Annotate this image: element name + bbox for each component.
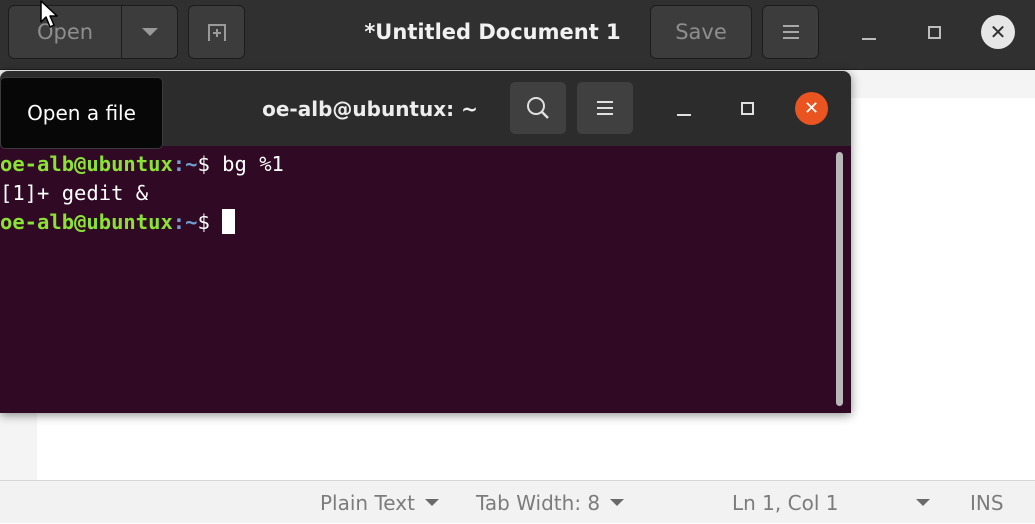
prompt-symbol: $ (197, 210, 223, 234)
gedit-menu-button[interactable] (762, 5, 819, 59)
new-tab-button[interactable] (188, 5, 245, 59)
terminal-cursor (222, 209, 236, 234)
output-text: [1]+ gedit & (0, 181, 149, 205)
close-icon: ✕ (803, 98, 820, 119)
maximize-icon (927, 25, 941, 39)
terminal-line: [1]+ gedit & (0, 179, 148, 208)
open-file-tooltip: Open a file (0, 77, 163, 149)
terminal-line: oe-alb@ubuntux:~$ bg %1 (0, 150, 284, 179)
hamburger-icon (782, 25, 799, 39)
minimize-icon (862, 38, 876, 40)
document-title: *Untitled Document 1 (364, 20, 621, 44)
cursor-position[interactable]: Ln 1, Col 1 (732, 481, 838, 524)
search-icon (527, 97, 549, 119)
chevron-down-icon (610, 499, 625, 506)
insert-mode-label: INS (970, 490, 1004, 515)
terminal-search-button[interactable] (510, 82, 566, 134)
command-text: bg %1 (222, 152, 284, 176)
cursor-position-label: Ln 1, Col 1 (732, 490, 839, 515)
terminal-maximize-button[interactable] (729, 91, 765, 125)
terminal-scrollbar[interactable] (836, 152, 843, 406)
terminal-output[interactable]: oe-alb@ubuntux:~$ bg %1 [1]+ gedit & oe-… (0, 146, 851, 413)
hamburger-icon (597, 101, 613, 115)
prompt-symbol: $ (197, 152, 223, 176)
prompt-path: :~ (172, 210, 198, 234)
tab-width-selector[interactable]: Tab Width: 8 (476, 481, 625, 524)
maximize-icon (740, 101, 754, 115)
save-button[interactable]: Save (650, 5, 752, 59)
gedit-headerbar: Open *Untitled Document 1 Save ✕ (0, 0, 1035, 70)
chevron-down-icon (424, 499, 439, 506)
save-button-label: Save (675, 20, 727, 44)
gedit-statusbar: Plain Text Tab Width: 8 Ln 1, Col 1 INS (0, 480, 1035, 523)
prompt-user: oe-alb@ubuntux (0, 210, 173, 234)
open-dropdown-button[interactable] (121, 5, 178, 59)
close-icon: ✕ (989, 20, 1007, 44)
language-label: Plain Text (320, 490, 415, 515)
terminal-line: oe-alb@ubuntux:~$ (0, 208, 236, 237)
new-tab-icon (207, 24, 226, 41)
prompt-user: oe-alb@ubuntux (0, 152, 173, 176)
mouse-pointer-icon (40, 0, 58, 28)
chevron-down-icon (916, 499, 930, 506)
open-button[interactable]: Open (8, 5, 122, 59)
gedit-maximize-button[interactable] (916, 15, 952, 49)
insert-mode[interactable]: INS (970, 481, 1004, 524)
tooltip-text: Open a file (27, 101, 136, 125)
terminal-title: oe-alb@ubuntux: ~ (262, 96, 478, 121)
minimize-icon (677, 114, 691, 116)
prompt-path: :~ (172, 152, 198, 176)
gedit-minimize-button[interactable] (851, 15, 887, 49)
gedit-close-button[interactable]: ✕ (981, 15, 1015, 49)
terminal-minimize-button[interactable] (666, 91, 702, 125)
tab-width-label: Tab Width: 8 (476, 490, 601, 515)
terminal-menu-button[interactable] (577, 82, 633, 134)
chevron-down-icon (141, 28, 158, 36)
language-selector[interactable]: Plain Text (320, 481, 439, 524)
terminal-close-button[interactable]: ✕ (795, 92, 828, 125)
position-dropdown[interactable] (906, 481, 930, 524)
